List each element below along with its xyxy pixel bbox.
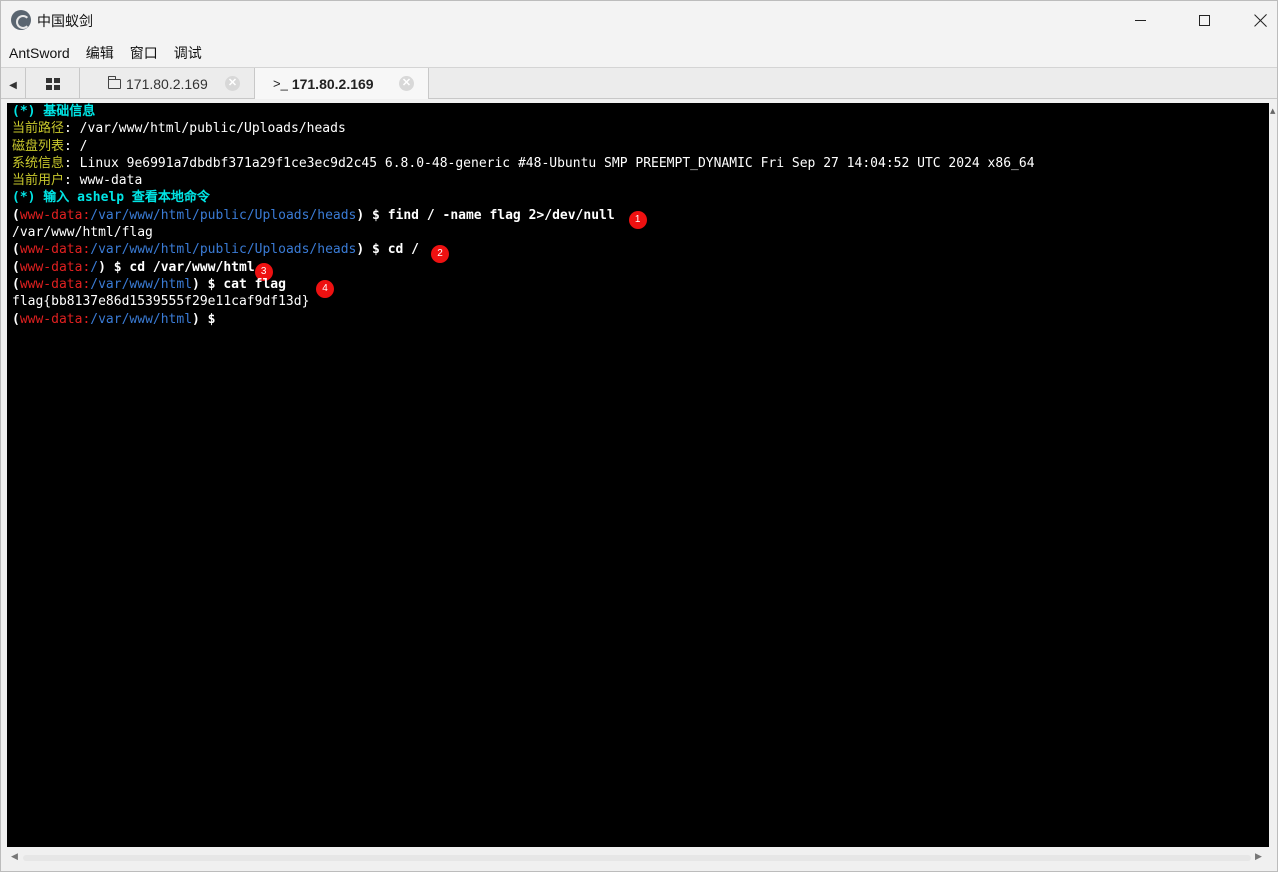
scroll-right-icon: ▶ (1255, 852, 1262, 862)
prompt-path: /var/www/html (90, 311, 193, 327)
grid-icon (45, 77, 60, 90)
banner-help: (*) 输入 ashelp 查看本地命令 (12, 190, 210, 206)
tab-file-manager[interactable]: 171.80.2.169 ✕ (80, 68, 255, 99)
terminal-prompt-line: (www-data:/var/www/html) $ (12, 311, 224, 327)
menu-edit[interactable]: 编辑 (86, 43, 114, 63)
terminal-icon: >_ (273, 76, 288, 91)
tab-file-label: 171.80.2.169 (126, 75, 208, 92)
close-button[interactable] (1237, 1, 1278, 39)
prompt-command: cat flag (223, 276, 286, 292)
prompt-user: www-data (19, 242, 83, 258)
horizontal-scrollbar[interactable]: ◀ ▶ (1, 847, 1277, 871)
prompt-command: cd / (387, 242, 420, 258)
banner-system: 系统信息: Linux 9e6991a7dbdbf371a29f1ce3ec9d… (12, 155, 1035, 171)
caret-left-icon: ◀ (9, 79, 17, 91)
window-title: 中国蚁剑 (37, 14, 93, 30)
scroll-up-icon: ▲ (1270, 107, 1276, 115)
title-bar: 中国蚁剑 (1, 1, 1277, 39)
tab-file-close-icon[interactable]: ✕ (225, 76, 240, 91)
terminal-prompt-line: (www-data:/) $ cd /var/www/html 3 (12, 259, 1264, 281)
prompt-command: cd /var/www/html (129, 259, 255, 275)
banner-disks: 磁盘列表: / (12, 138, 88, 154)
maximize-icon (1198, 14, 1210, 26)
banner-cwd: 当前路径: /var/www/html/public/Uploads/heads (12, 121, 346, 137)
terminal-prompt-line: (www-data:/var/www/html/public/Uploads/h… (12, 241, 1264, 264)
prompt-path: /var/www/html/public/Uploads/heads (90, 242, 357, 258)
prompt-command: find / -name flag 2>/dev/null (387, 207, 615, 223)
antsword-logo-icon (11, 10, 31, 30)
annotation-marker: 1 (628, 210, 647, 229)
terminal-output[interactable]: (*) 基础信息 当前路径: /var/www/html/public/Uplo… (7, 103, 1269, 847)
prompt-user: www-data (19, 311, 83, 327)
tab-home[interactable] (25, 68, 80, 99)
antsword-window: 中国蚁剑 AntSword 编辑 窗口 调试 ◀ 171.80.2.169 ✕ … (0, 0, 1278, 872)
terminal-output-line: flag{bb8137e86d1539555f29e11caf9df13d} (12, 294, 310, 310)
prompt-user: www-data (19, 259, 83, 275)
banner-user: 当前用户: www-data (12, 173, 143, 189)
annotation-marker: 4 (315, 279, 334, 298)
menu-antsword[interactable]: AntSword (9, 45, 70, 61)
vertical-scrollbar[interactable]: ▲ (1269, 103, 1277, 847)
scroll-left-icon: ◀ (11, 852, 18, 862)
minimize-button[interactable] (1117, 1, 1163, 39)
terminal-prompt-line: (www-data:/var/www/html) $ cat flag 4 (12, 276, 1264, 298)
menu-bar: AntSword 编辑 窗口 调试 (1, 39, 1277, 67)
close-icon (1254, 14, 1267, 27)
prompt-user: www-data (19, 207, 83, 223)
folder-icon (108, 76, 121, 89)
tab-scroll-left-button[interactable]: ◀ (4, 74, 22, 96)
menu-window[interactable]: 窗口 (130, 43, 158, 63)
banner-basic-info: (*) 基础信息 (12, 104, 96, 119)
terminal-prompt-line: (www-data:/var/www/html/public/Uploads/h… (12, 207, 1264, 229)
tab-bar: ◀ 171.80.2.169 ✕ >_ 171.80.2.169 ✕ (1, 67, 1277, 99)
prompt-user: www-data (19, 276, 83, 292)
tab-terminal[interactable]: >_ 171.80.2.169 ✕ (255, 68, 429, 99)
scrollbar-track[interactable] (23, 855, 1251, 861)
prompt-path: / (90, 259, 99, 275)
minimize-icon (1134, 19, 1146, 21)
menu-debug[interactable]: 调试 (174, 43, 202, 63)
tab-terminal-label: 171.80.2.169 (291, 75, 374, 92)
prompt-path: /var/www/html/public/Uploads/heads (90, 207, 357, 223)
prompt-path: /var/www/html (90, 276, 193, 292)
maximize-button[interactable] (1181, 1, 1227, 39)
tab-terminal-close-icon[interactable]: ✕ (399, 76, 414, 91)
